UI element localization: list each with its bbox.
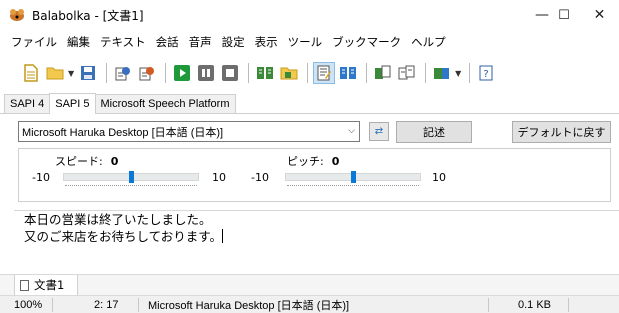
split-file-icon[interactable]: [372, 62, 394, 84]
document-tab[interactable]: 文書1: [14, 275, 78, 296]
menu-edit[interactable]: 編集: [62, 34, 95, 50]
speed-slider-thumb[interactable]: [129, 171, 134, 183]
spell-check-icon[interactable]: [337, 62, 359, 84]
voice-parameters-group: スピード: 0 -10 10 ピッチ: 0 -10 10: [18, 148, 611, 202]
speed-max-label: 10: [212, 171, 226, 184]
menu-view[interactable]: 表示: [250, 34, 283, 50]
speak-file-icon[interactable]: [112, 62, 134, 84]
pitch-slider-ticks: [287, 185, 419, 187]
pitch-min-label: -10: [251, 171, 269, 184]
refresh-icon: ⇄: [374, 126, 384, 137]
menu-help[interactable]: ヘルプ: [406, 34, 451, 50]
menu-voice[interactable]: 音声: [184, 34, 217, 50]
window-title: Balabolka - [文書1]: [32, 8, 144, 23]
play-icon[interactable]: [171, 62, 193, 84]
speed-label: スピード: 0: [55, 155, 119, 168]
status-cursor-position: 2: 17: [94, 299, 119, 311]
new-document-icon[interactable]: [20, 62, 42, 84]
voice-panel: Microsoft Haruka Desktop [日本語 (日本)] ⌵ ⇄ …: [14, 116, 614, 208]
toolbar-separator: [469, 63, 471, 83]
pitch-value: 0: [331, 155, 340, 168]
save-icon[interactable]: [77, 62, 99, 84]
tab-sapi5[interactable]: SAPI 5: [49, 93, 96, 114]
tab-microsoft-speech-platform[interactable]: Microsoft Speech Platform: [94, 94, 236, 113]
tab-sapi4[interactable]: SAPI 4: [4, 94, 51, 113]
status-zoom: 100%: [14, 299, 43, 311]
speed-value: 0: [110, 155, 119, 168]
document-icon: [20, 279, 29, 291]
status-separator: [568, 298, 569, 312]
toolbar-separator: [425, 63, 427, 83]
audio-options-dropdown-chevron-icon[interactable]: ▼: [455, 69, 461, 78]
toolbar-separator: [366, 63, 368, 83]
menu-text[interactable]: テキスト: [95, 34, 151, 50]
maximize-button[interactable]: ☐: [544, 0, 584, 30]
menu-bookmarks[interactable]: ブックマーク: [327, 34, 406, 50]
describe-button[interactable]: 記述: [396, 121, 472, 143]
voice-select[interactable]: Microsoft Haruka Desktop [日本語 (日本)] ⌵: [18, 121, 360, 142]
pause-icon[interactable]: [195, 62, 217, 84]
toolbar-separator: [165, 63, 167, 83]
status-separator: [488, 298, 489, 312]
open-dropdown-chevron-icon[interactable]: ▼: [68, 69, 74, 78]
read-clipboard-icon[interactable]: [254, 62, 276, 84]
status-separator: [52, 298, 53, 312]
save-audio-icon[interactable]: [136, 62, 158, 84]
balabolka-app-icon: [8, 8, 26, 22]
editor-line-1: 本日の営業は終了いたしました。: [24, 212, 212, 227]
read-file-icon[interactable]: [278, 62, 300, 84]
stop-icon[interactable]: [219, 62, 241, 84]
refresh-voices-button[interactable]: ⇄: [369, 122, 389, 141]
status-separator: [138, 298, 139, 312]
toolbar-separator: [307, 63, 309, 83]
speed-slider-ticks: [65, 185, 197, 187]
open-folder-icon[interactable]: [44, 62, 66, 84]
status-file-size: 0.1 KB: [518, 299, 552, 311]
help-icon[interactable]: ?: [475, 62, 497, 84]
menu-speech[interactable]: 会話: [151, 34, 184, 50]
menu-file[interactable]: ファイル: [6, 34, 62, 50]
menu-settings[interactable]: 設定: [217, 34, 250, 50]
chevron-down-icon: ⌵: [348, 125, 355, 135]
text-editor[interactable]: 本日の営業は終了いたしました。 又のご来店をお待ちしております。: [14, 210, 619, 274]
title-bar: Balabolka - [文書1] — ☐ ✕: [0, 0, 619, 30]
document-tab-label: 文書1: [34, 278, 65, 292]
editor-line-2: 又のご来店をお待ちしております。: [24, 229, 224, 244]
menu-bar: ファイル 編集 テキスト 会話 音声 設定 表示 ツール ブックマーク ヘルプ: [0, 30, 619, 54]
reset-defaults-button[interactable]: デフォルトに戻す: [512, 121, 611, 143]
toolbar-separator: [248, 63, 250, 83]
status-voice: Microsoft Haruka Desktop [日本語 (日本)]: [148, 300, 350, 312]
pitch-slider-thumb[interactable]: [351, 171, 356, 183]
voice-select-value: Microsoft Haruka Desktop [日本語 (日本)]: [22, 126, 224, 139]
toolbar: ▼ ▼ ?: [0, 56, 619, 90]
menu-tools[interactable]: ツール: [283, 34, 328, 50]
status-bar: 100% 2: 17 Microsoft Haruka Desktop [日本語…: [0, 295, 619, 313]
speech-engine-tabs: SAPI 4 SAPI 5 Microsoft Speech Platform: [0, 92, 619, 114]
toolbar-separator: [106, 63, 108, 83]
edit-icon[interactable]: [313, 62, 336, 84]
join-files-icon[interactable]: [396, 62, 418, 84]
speed-min-label: -10: [32, 171, 50, 184]
close-button[interactable]: ✕: [580, 0, 619, 30]
text-caret: [222, 229, 224, 243]
pitch-label: ピッチ: 0: [287, 155, 340, 168]
svg-text:?: ?: [484, 69, 489, 80]
audio-options-icon[interactable]: [431, 62, 453, 84]
document-tab-strip: 文書1: [0, 274, 619, 296]
pitch-max-label: 10: [432, 171, 446, 184]
